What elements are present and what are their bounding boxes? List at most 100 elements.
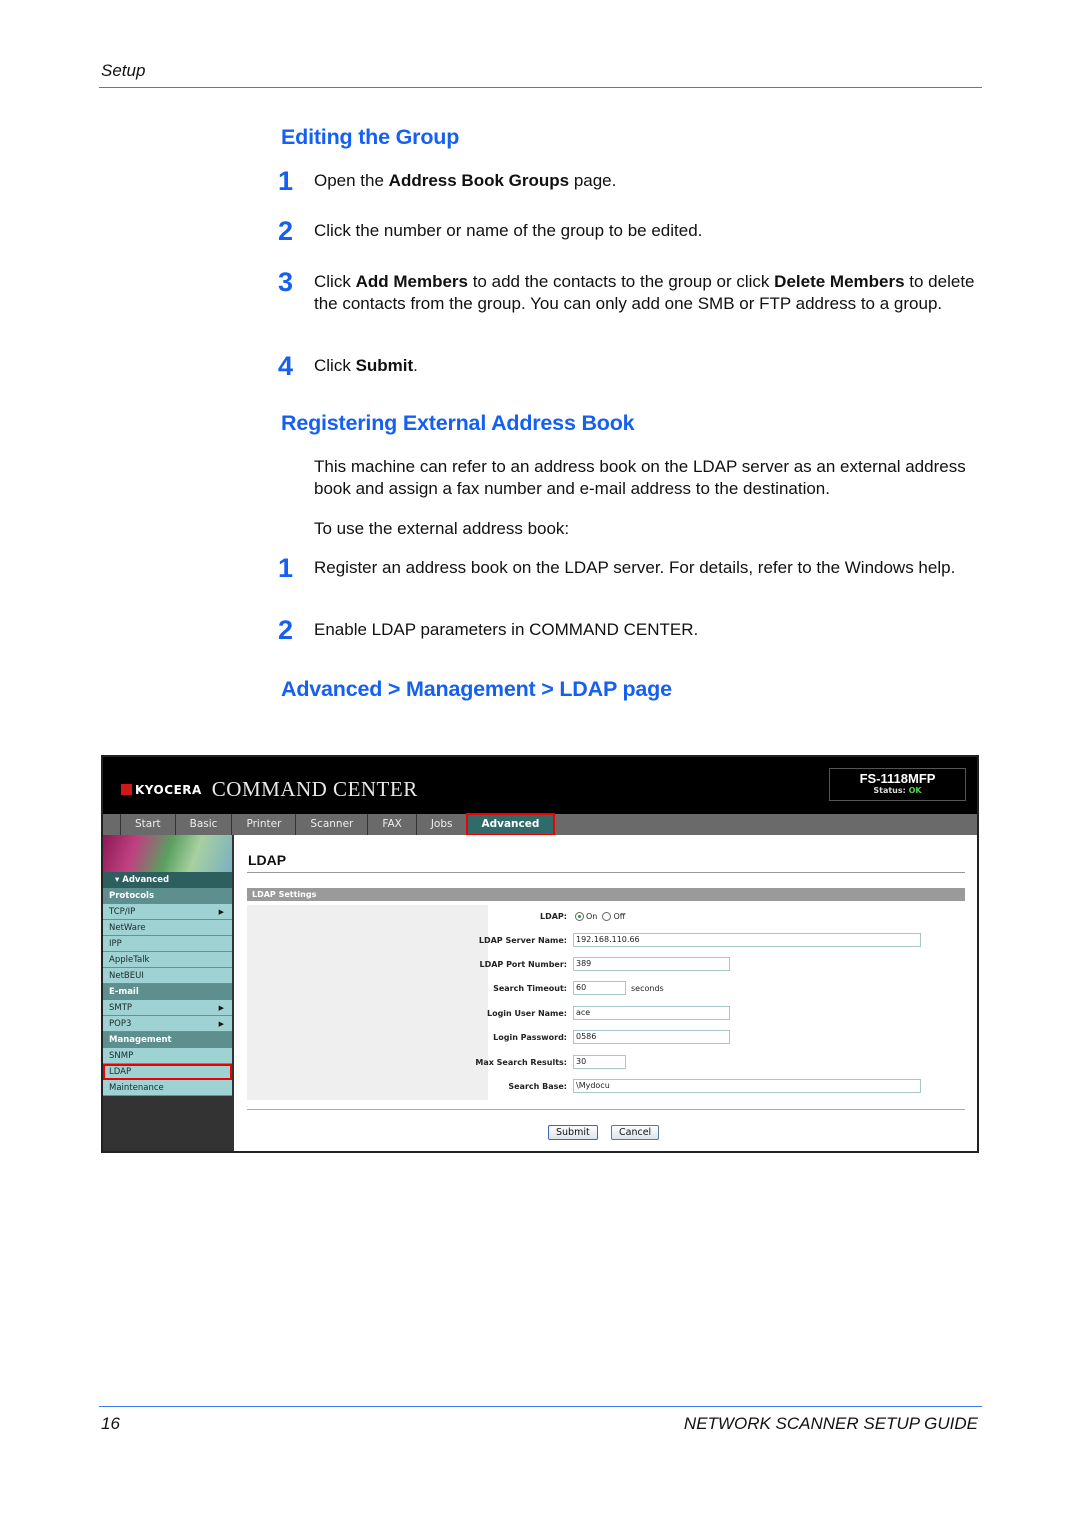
tab-advanced[interactable]: Advanced xyxy=(466,813,556,836)
timeout-input[interactable]: 60 xyxy=(573,981,626,995)
cc-main-panel: LDAP LDAP Settings LDAP: On Off LDAP Ser… xyxy=(234,835,977,1151)
row-port: LDAP Port Number: 389 xyxy=(247,957,965,973)
sidebar-section-protocols: Protocols xyxy=(103,888,232,904)
sidebar-item-smtp[interactable]: SMTP ▶ xyxy=(103,1000,232,1016)
sidebar-root-advanced[interactable]: ▾ Advanced xyxy=(103,872,232,888)
step-bold: Add Members xyxy=(355,272,468,291)
row-timeout: Search Timeout: 60 seconds xyxy=(247,981,965,997)
timeout-label: Search Timeout: xyxy=(493,984,567,993)
password-input[interactable]: 0586 xyxy=(573,1030,730,1044)
search-base-label: Search Base: xyxy=(508,1082,567,1091)
max-results-input[interactable]: 30 xyxy=(573,1055,626,1069)
port-input[interactable]: 389 xyxy=(573,957,730,971)
edit-step-4: 4 Click Submit. xyxy=(278,351,978,381)
step-text: Enable LDAP parameters in COMMAND CENTER… xyxy=(314,620,699,639)
divider xyxy=(247,1109,965,1110)
user-label: Login User Name: xyxy=(486,1009,567,1018)
row-password: Login Password: 0586 xyxy=(247,1030,965,1046)
edit-step-1: 1 Open the Address Book Groups page. xyxy=(278,166,978,196)
tab-printer[interactable]: Printer xyxy=(232,814,297,835)
heading-editing-group: Editing the Group xyxy=(281,125,460,149)
step-bold: Address Book Groups xyxy=(388,171,570,190)
cc-brand: KYOCERA xyxy=(135,782,202,797)
step-number: 1 xyxy=(278,166,294,196)
step-text: Click xyxy=(314,272,356,291)
guide-title: NETWORK SCANNER SETUP GUIDE xyxy=(683,1414,978,1433)
row-user: Login User Name: ace xyxy=(247,1006,965,1022)
sidebar-section-management: Management xyxy=(103,1032,232,1048)
server-name-label: LDAP Server Name: xyxy=(478,936,567,945)
step-bold: Delete Members xyxy=(774,272,905,291)
edit-step-2: 2 Click the number or name of the group … xyxy=(278,216,978,246)
ldap-label: LDAP: xyxy=(540,912,567,921)
sidebar-section-email: E-mail xyxy=(103,984,232,1000)
ldap-off-label: Off xyxy=(613,912,626,921)
tab-fax[interactable]: FAX xyxy=(368,814,417,835)
row-max-results: Max Search Results: 30 xyxy=(247,1055,965,1071)
submit-button[interactable]: Submit xyxy=(548,1125,598,1140)
cc-model-box: FS-1118MFP Status: OK xyxy=(829,768,966,801)
sidebar-item-maintenance[interactable]: Maintenance xyxy=(103,1080,232,1096)
running-header: Setup xyxy=(101,61,146,80)
step-number: 3 xyxy=(278,267,294,297)
ldap-off-radio[interactable] xyxy=(602,912,612,921)
ext-step-2: 2 Enable LDAP parameters in COMMAND CENT… xyxy=(278,615,978,645)
tab-scanner[interactable]: Scanner xyxy=(296,814,369,835)
step-number: 2 xyxy=(278,216,294,246)
cc-page-title: LDAP xyxy=(248,852,287,868)
sidebar-banner-image xyxy=(103,835,232,872)
status-value: OK xyxy=(908,786,922,795)
server-name-input[interactable]: 192.168.110.66 xyxy=(573,933,921,947)
user-input[interactable]: ace xyxy=(573,1006,730,1020)
sidebar-item-netware[interactable]: NetWare xyxy=(103,920,232,936)
tab-start[interactable]: Start xyxy=(120,814,176,835)
triangle-right-icon: ▶ xyxy=(218,908,224,916)
sidebar-item-label: POP3 xyxy=(109,1019,132,1029)
search-base-input[interactable]: \Mydocu xyxy=(573,1079,921,1093)
kyocera-logo-icon xyxy=(121,784,132,795)
sidebar-item-label: TCP/IP xyxy=(109,907,136,917)
step-text: Click xyxy=(314,356,356,375)
ldap-on-radio[interactable] xyxy=(575,912,584,921)
cc-model-name: FS-1118MFP xyxy=(859,771,936,786)
sidebar-item-tcpip[interactable]: TCP/IP ▶ xyxy=(103,904,232,920)
cc-app-title: COMMAND CENTER xyxy=(211,777,418,801)
cc-header-bar: KYOCERA COMMAND CENTER FS-1118MFP Status… xyxy=(103,757,977,814)
sidebar-root-label: Advanced xyxy=(122,875,170,885)
heading-external-book: Registering External Address Book xyxy=(281,411,635,435)
step-number: 2 xyxy=(278,615,294,645)
tab-basic[interactable]: Basic xyxy=(176,814,233,835)
tab-jobs[interactable]: Jobs xyxy=(417,814,468,835)
cc-logo: KYOCERA COMMAND CENTER xyxy=(121,777,418,802)
cc-status: Status: OK xyxy=(830,786,965,795)
sidebar-item-netbeui[interactable]: NetBEUI xyxy=(103,968,232,984)
step-text: Register an address book on the LDAP ser… xyxy=(314,558,956,577)
ldap-on-label: On xyxy=(586,912,598,921)
row-server-name: LDAP Server Name: 192.168.110.66 xyxy=(247,933,965,949)
timeout-unit: seconds xyxy=(631,984,664,993)
step-text: . xyxy=(413,356,418,375)
step-text: to add the contacts to the group or clic… xyxy=(467,272,775,291)
header-rule xyxy=(99,87,982,88)
sidebar-item-snmp[interactable]: SNMP xyxy=(103,1048,232,1064)
footer-rule xyxy=(99,1406,982,1407)
sidebar-item-pop3[interactable]: POP3 ▶ xyxy=(103,1016,232,1032)
step-number: 1 xyxy=(278,553,294,583)
ldap-settings-header: LDAP Settings xyxy=(247,888,965,901)
password-label: Login Password: xyxy=(493,1033,567,1042)
cc-sidebar: ▾ Advanced Protocols TCP/IP ▶ NetWare IPP… xyxy=(103,835,234,1151)
edit-step-3: 3 Click Add Members to add the contacts … xyxy=(278,267,978,315)
cancel-button[interactable]: Cancel xyxy=(611,1125,660,1140)
divider xyxy=(247,872,965,873)
sidebar-item-label: SMTP xyxy=(109,1003,133,1013)
row-search-base: Search Base: \Mydocu xyxy=(247,1079,965,1095)
sidebar-item-ipp[interactable]: IPP xyxy=(103,936,232,952)
status-label: Status: xyxy=(873,786,906,795)
sidebar-item-appletalk[interactable]: AppleTalk xyxy=(103,952,232,968)
step-text: Open the xyxy=(314,171,389,190)
sidebar-item-ldap[interactable]: LDAP xyxy=(103,1064,232,1080)
command-center-screenshot: KYOCERA COMMAND CENTER FS-1118MFP Status… xyxy=(101,755,979,1153)
triangle-right-icon: ▶ xyxy=(218,1004,224,1012)
step-bold: Submit xyxy=(355,356,414,375)
heading-path: Advanced > Management > LDAP page xyxy=(281,677,672,701)
